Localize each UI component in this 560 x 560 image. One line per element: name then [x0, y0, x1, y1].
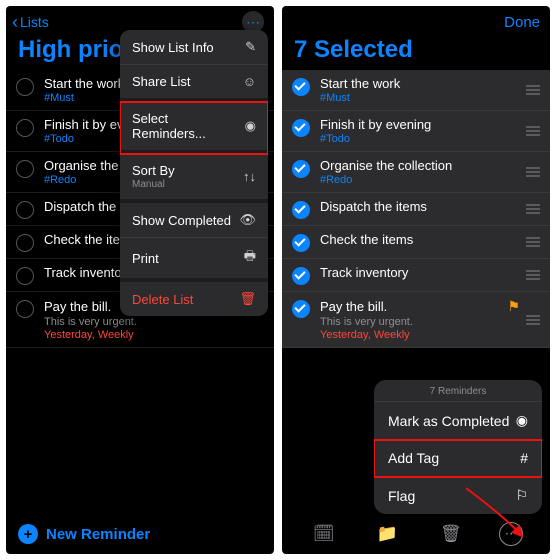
complete-circle[interactable]	[16, 201, 34, 219]
check-circle-icon: ◉	[245, 118, 256, 134]
reminder-row[interactable]: Organise the collection#Redo	[282, 152, 550, 193]
reminder-title: Start the work	[320, 76, 540, 91]
reminder-title: Pay the bill.	[44, 299, 111, 314]
trash-icon: 🗑	[239, 291, 256, 307]
menu-select-reminders[interactable]: Select Reminders...◉	[120, 102, 268, 154]
complete-circle[interactable]	[16, 300, 34, 318]
sheet-add-tag[interactable]: Add Tag#	[374, 440, 542, 477]
reminder-tag: #Redo	[320, 174, 540, 186]
eye-icon: 👁	[239, 212, 256, 228]
share-icon: ☺	[243, 74, 256, 89]
reminder-row[interactable]: Dispatch the items	[282, 193, 550, 226]
complete-circle[interactable]	[16, 78, 34, 96]
sheet-header: 7 Reminders	[374, 380, 542, 402]
drag-handle-icon[interactable]	[526, 167, 540, 177]
reminder-list-selected: Start the work#Must Finish it by evening…	[282, 70, 550, 348]
reminder-title: Dispatch the items	[320, 199, 540, 214]
menu-show-info[interactable]: Show List Info✎	[120, 30, 268, 65]
list-menu: Show List Info✎ Share List☺ Select Remin…	[120, 30, 268, 316]
selection-title: 7 Selected	[282, 34, 550, 70]
reminder-row[interactable]: Check the items	[282, 226, 550, 259]
hash-icon: #	[520, 450, 528, 466]
done-button[interactable]: Done	[504, 14, 540, 31]
action-sheet: 7 Reminders Mark as Completed◉ Add Tag# …	[374, 380, 542, 514]
complete-circle[interactable]	[16, 160, 34, 178]
reminder-note: This is very urgent.	[44, 316, 264, 328]
new-reminder-button[interactable]: + New Reminder	[18, 524, 150, 544]
drag-handle-icon[interactable]	[526, 204, 540, 214]
complete-circle[interactable]	[16, 119, 34, 137]
reminder-tag: #Todo	[320, 133, 540, 145]
drag-handle-icon[interactable]	[526, 126, 540, 136]
selection-check[interactable]	[292, 234, 310, 252]
back-button[interactable]: ‹ Lists	[12, 13, 49, 31]
sort-icon: ↑↓	[243, 169, 256, 184]
reminder-row[interactable]: Pay the bill. ⚑ This is very urgent. Yes…	[282, 292, 550, 348]
reminder-tag: #Must	[320, 92, 540, 104]
reminder-note: This is very urgent.	[320, 316, 540, 328]
reminder-title: Check the items	[320, 232, 540, 247]
circle-icon: ◉	[516, 412, 528, 429]
reminder-row[interactable]: Finish it by evening#Todo	[282, 111, 550, 152]
menu-share-list[interactable]: Share List☺	[120, 65, 268, 102]
reminder-row[interactable]: Start the work#Must	[282, 70, 550, 111]
menu-show-completed[interactable]: Show Completed👁	[120, 203, 268, 238]
phone-right: Done 7 Selected Start the work#Must Fini…	[282, 6, 550, 554]
pencil-icon: ✎	[245, 39, 256, 55]
menu-delete-list[interactable]: Delete List🗑	[120, 282, 268, 316]
drag-handle-icon[interactable]	[526, 85, 540, 95]
reminder-row[interactable]: Track inventory	[282, 259, 550, 292]
selection-check[interactable]	[292, 78, 310, 96]
phone-left: ‹ Lists ⋯ High prio Start the work #Must…	[6, 6, 274, 554]
reminder-title: Organise the collection	[320, 158, 540, 173]
ellipsis-icon: ⋯	[246, 14, 260, 31]
toolbar-move-icon[interactable]: 📁	[372, 524, 402, 544]
reminder-title: Finish it by evening	[320, 117, 540, 132]
drag-handle-icon[interactable]	[526, 315, 540, 325]
selection-check[interactable]	[292, 160, 310, 178]
reminder-title: Pay the bill.	[320, 299, 387, 314]
complete-circle[interactable]	[16, 234, 34, 252]
complete-circle[interactable]	[16, 267, 34, 285]
drag-handle-icon[interactable]	[526, 237, 540, 247]
ellipsis-icon: ⋯	[505, 526, 518, 542]
selection-check[interactable]	[292, 267, 310, 285]
sheet-flag[interactable]: Flag⚐	[374, 477, 542, 514]
flag-icon: ⚑	[507, 298, 520, 315]
reminder-due: Yesterday, Weekly	[44, 329, 264, 341]
bottom-toolbar: 🗓 📁 🗑 ⋯	[282, 522, 550, 546]
selection-check[interactable]	[292, 201, 310, 219]
plus-icon: +	[18, 524, 38, 544]
selection-check[interactable]	[292, 119, 310, 137]
reminder-title: Track inventory	[320, 265, 540, 280]
drag-handle-icon[interactable]	[526, 270, 540, 280]
menu-print[interactable]: Print🖶	[120, 238, 268, 282]
reminder-due: Yesterday, Weekly	[320, 329, 540, 341]
menu-sort-by[interactable]: Sort ByManual ↑↓	[120, 154, 268, 203]
sheet-mark-completed[interactable]: Mark as Completed◉	[374, 402, 542, 440]
toolbar-more-button[interactable]: ⋯	[499, 522, 523, 546]
back-label: Lists	[20, 14, 49, 30]
toolbar-delete-icon[interactable]: 🗑	[436, 524, 466, 544]
selection-check[interactable]	[292, 300, 310, 318]
nav-bar: Done	[282, 6, 550, 34]
toolbar-date-icon[interactable]: 🗓	[309, 524, 339, 544]
printer-icon: 🖶	[244, 247, 256, 269]
chevron-left-icon: ‹	[12, 13, 18, 31]
flag-outline-icon: ⚐	[515, 487, 528, 504]
new-reminder-label: New Reminder	[46, 526, 150, 543]
